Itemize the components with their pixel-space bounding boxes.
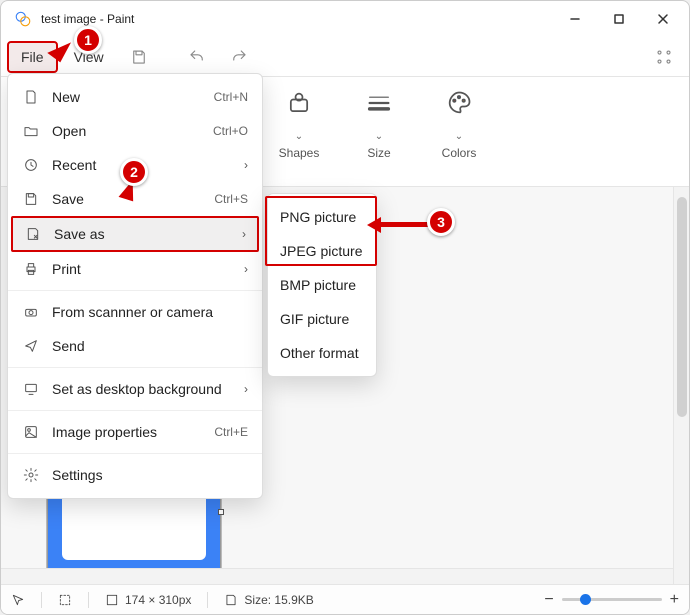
save-as-gif[interactable]: GIF picture	[268, 302, 376, 336]
chevron-right-icon: ›	[244, 158, 248, 172]
window-title: test image - Paint	[41, 12, 553, 26]
chevron-down-icon: ⌄	[455, 131, 463, 142]
file-menu-open[interactable]: Open Ctrl+O	[8, 114, 262, 148]
chevron-right-icon: ›	[242, 227, 246, 241]
ribbon-group-size[interactable]: ⌄ Size	[351, 83, 407, 186]
annotation-callout-2: 2	[120, 158, 148, 186]
printer-icon	[22, 261, 40, 277]
settings-share-icon[interactable]	[645, 39, 683, 75]
zoom-slider[interactable]	[562, 598, 662, 601]
new-file-icon	[22, 89, 40, 105]
new-label: New	[52, 89, 202, 105]
quick-save-button[interactable]	[120, 39, 158, 75]
size-label: Size	[367, 146, 390, 160]
maximize-button[interactable]	[597, 3, 641, 35]
chevron-right-icon: ›	[244, 262, 248, 276]
send-label: Send	[52, 338, 248, 354]
palette-icon	[439, 83, 479, 123]
bmp-label: BMP picture	[280, 277, 356, 293]
size-icon	[359, 83, 399, 123]
shapes-label: Shapes	[279, 146, 320, 160]
ribbon-group-colors[interactable]: ⌄ Colors	[431, 83, 487, 186]
menu-separator	[8, 453, 262, 454]
file-menu-send[interactable]: Send	[8, 329, 262, 363]
file-menu-dropdown: New Ctrl+N Open Ctrl+O Recent › Save Ctr…	[7, 73, 263, 499]
titlebar: test image - Paint	[1, 1, 689, 37]
paint-window: test image - Paint File View ⌄ Shapes ⌄ …	[0, 0, 690, 615]
menubar: File View	[1, 37, 689, 77]
save-as-icon	[24, 226, 42, 242]
statusbar: 174 × 310px Size: 15.9KB − +	[1, 584, 689, 614]
jpeg-label: JPEG picture	[280, 243, 362, 259]
file-menu-scanner[interactable]: From scannner or camera	[8, 295, 262, 329]
cursor-tool-icon	[11, 593, 25, 607]
file-menu-settings[interactable]: Settings	[8, 458, 262, 492]
image-icon	[22, 424, 40, 440]
annotation-callout-1: 1	[74, 26, 102, 54]
gif-label: GIF picture	[280, 311, 349, 327]
chevron-down-icon: ⌄	[375, 131, 383, 142]
zoom-in-button[interactable]: +	[670, 591, 679, 609]
menu-file-label: File	[21, 49, 44, 65]
minimize-button[interactable]	[553, 3, 597, 35]
chevron-right-icon: ›	[244, 382, 248, 396]
ribbon-group-shapes[interactable]: ⌄ Shapes	[271, 83, 327, 186]
props-label: Image properties	[52, 424, 202, 440]
set-bg-label: Set as desktop background	[52, 381, 232, 397]
props-shortcut: Ctrl+E	[214, 425, 248, 439]
save-as-other[interactable]: Other format	[268, 336, 376, 370]
other-label: Other format	[280, 345, 359, 361]
menu-separator	[8, 290, 262, 291]
status-filesize: Size: 15.9KB	[224, 593, 313, 607]
scanner-label: From scannner or camera	[52, 304, 248, 320]
shapes-icon	[279, 83, 319, 123]
save-as-png[interactable]: PNG picture	[268, 200, 376, 234]
file-menu-image-properties[interactable]: Image properties Ctrl+E	[8, 415, 262, 449]
redo-button[interactable]	[220, 39, 258, 75]
paint-app-icon	[13, 9, 33, 29]
status-dimensions: 174 × 310px	[105, 593, 191, 607]
settings-label: Settings	[52, 467, 248, 483]
vertical-scrollbar[interactable]	[673, 187, 689, 584]
selection-icon	[58, 593, 72, 607]
menu-separator	[8, 410, 262, 411]
file-menu-print[interactable]: Print ›	[8, 252, 262, 286]
save-shortcut: Ctrl+S	[214, 192, 248, 206]
close-button[interactable]	[641, 3, 685, 35]
zoom-slider-thumb[interactable]	[580, 594, 591, 605]
gear-icon	[22, 467, 40, 483]
folder-open-icon	[22, 123, 40, 139]
open-shortcut: Ctrl+O	[213, 124, 248, 138]
undo-button[interactable]	[178, 39, 216, 75]
print-label: Print	[52, 261, 232, 277]
annotation-callout-3: 3	[427, 208, 455, 236]
open-label: Open	[52, 123, 201, 139]
zoom-control: − +	[544, 591, 679, 609]
chevron-down-icon: ⌄	[295, 131, 303, 142]
desktop-icon	[22, 381, 40, 397]
file-menu-set-background[interactable]: Set as desktop background ›	[8, 372, 262, 406]
resize-handle-rm[interactable]	[218, 509, 224, 515]
save-as-submenu: PNG picture JPEG picture BMP picture GIF…	[267, 193, 377, 377]
clock-icon	[22, 157, 40, 173]
save-as-jpeg[interactable]: JPEG picture	[268, 234, 376, 268]
colors-label: Colors	[442, 146, 477, 160]
filesize-text: Size: 15.9KB	[244, 593, 313, 607]
annotation-arrow-3	[367, 218, 433, 232]
save-as-bmp[interactable]: BMP picture	[268, 268, 376, 302]
vertical-scroll-thumb[interactable]	[677, 197, 687, 417]
save-as-label: Save as	[54, 226, 230, 242]
save-icon	[22, 191, 40, 207]
send-icon	[22, 338, 40, 354]
dimensions-text: 174 × 310px	[125, 593, 191, 607]
new-shortcut: Ctrl+N	[214, 90, 248, 104]
horizontal-scrollbar[interactable]	[1, 568, 673, 584]
zoom-out-button[interactable]: −	[544, 591, 553, 609]
file-menu-new[interactable]: New Ctrl+N	[8, 80, 262, 114]
camera-icon	[22, 304, 40, 320]
menu-separator	[8, 367, 262, 368]
file-menu-save-as[interactable]: Save as ›	[11, 216, 259, 252]
png-label: PNG picture	[280, 209, 356, 225]
